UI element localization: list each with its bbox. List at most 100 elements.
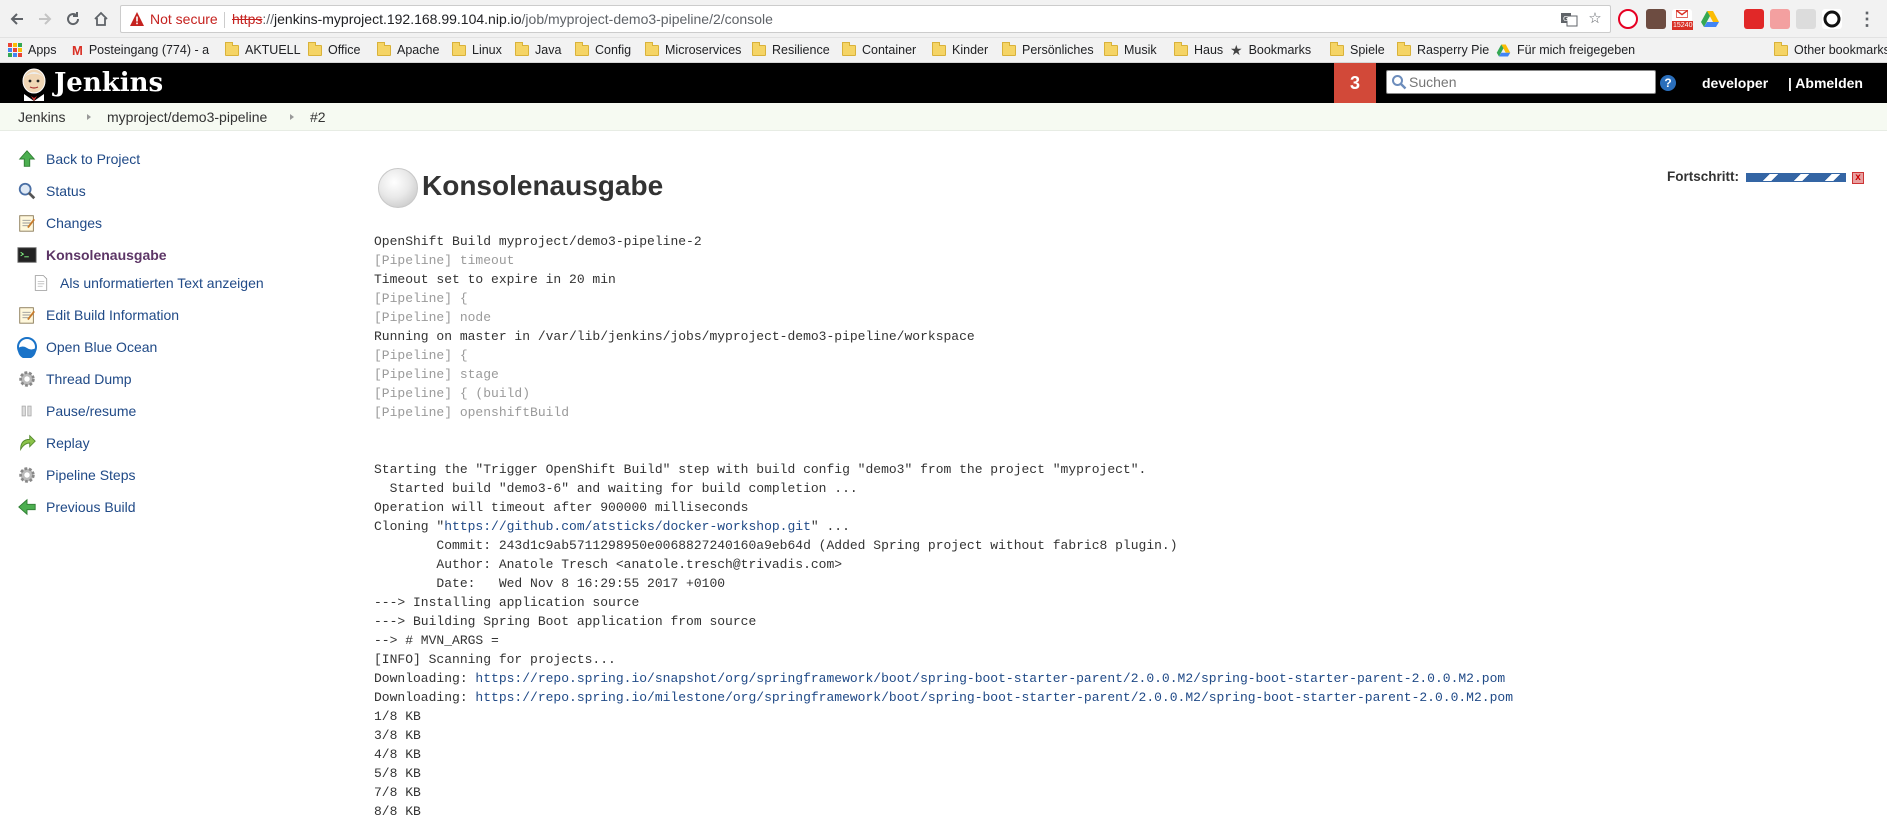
console-line: Commit: 243d1c9ab5711298950e006882724016… [374,538,1178,553]
security-indicator[interactable]: Not secure [129,11,218,27]
gear-icon [16,368,38,390]
translate-icon[interactable]: G [1560,10,1578,28]
bookmark-folder[interactable]: Haus [1174,40,1223,60]
task-previous-build[interactable]: Previous Build [16,496,136,518]
bookmark-apps[interactable]: Apps [8,40,57,60]
console-link[interactable]: https://repo.spring.io/milestone/org/spr… [475,690,1513,705]
notification-badge[interactable]: 3 [1334,63,1376,103]
console-link[interactable]: https://github.com/atsticks/docker-works… [444,519,811,534]
pinterest-icon[interactable] [1618,9,1638,29]
breadcrumb-item[interactable]: myproject/demo3-pipeline [107,109,267,125]
folder-icon [932,41,946,56]
notepad-edit-icon [16,304,38,326]
logout-link[interactable]: | Abmelden [1788,75,1863,91]
stop-build-button[interactable]: x [1852,172,1864,184]
task-label[interactable]: Open Blue Ocean [46,339,157,355]
breadcrumb-item[interactable]: Jenkins [18,109,65,125]
bookmark-folder[interactable]: Office [308,40,360,60]
bookmark-folder[interactable]: Persönliches [1002,40,1094,60]
console-line: [Pipeline] { [374,291,468,306]
breadcrumb-chevron-icon[interactable] [87,114,91,120]
console-link[interactable]: https://repo.spring.io/snapshot/org/spri… [475,671,1505,686]
gmail-notifier-icon[interactable]: 15240 [1672,9,1694,30]
task-edit-build-information[interactable]: Edit Build Information [16,304,179,326]
console-line: Downloading: https://repo.spring.io/snap… [374,669,1854,688]
bookmark-folder[interactable]: Microservices [645,40,741,60]
bookmark-folder[interactable]: Rasperry Pie [1397,40,1489,60]
menu-dots-icon[interactable]: ⋮ [1856,8,1878,30]
console-line: [Pipeline] timeout [374,253,515,268]
task-thread-dump[interactable]: Thread Dump [16,368,132,390]
drive-icon [1496,44,1511,56]
console-line: --> # MVN_ARGS = [374,633,499,648]
task-pipeline-steps[interactable]: Pipeline Steps [16,464,136,486]
bookmark-label: Rasperry Pie [1417,43,1490,57]
search-box[interactable] [1386,70,1656,94]
task-konsolenausgabe[interactable]: Konsolenausgabe [16,244,167,266]
bookmark-folder[interactable]: Apache [377,40,439,60]
task-pause-resume[interactable]: Pause/resume [16,400,136,422]
task-open-blue-ocean[interactable]: Open Blue Ocean [16,336,157,358]
search-input[interactable] [1409,73,1649,91]
jenkins-butler-icon[interactable] [18,67,50,101]
extension-icon[interactable] [1770,9,1790,29]
bookmark-other[interactable]: Other bookmarks [1774,40,1887,60]
extension-icon[interactable] [1822,9,1842,29]
bookmark-label: AKTUELL [245,43,301,57]
extension-icon[interactable] [1646,9,1666,29]
dropbox-icon[interactable] [1796,9,1816,29]
task-replay[interactable]: Replay [16,432,90,454]
url-text[interactable]: https://jenkins-myproject.192.168.99.104… [232,11,773,27]
task-label[interactable]: Als unformatierten Text anzeigen [60,275,264,291]
task-label[interactable]: Edit Build Information [46,307,179,323]
gmail-count-badge: 15240 [1672,21,1694,30]
task-raw-text[interactable]: Als unformatierten Text anzeigen [30,272,264,294]
bookmark-folder[interactable]: Kinder [932,40,988,60]
folder-icon [1397,41,1411,56]
bookmark-gmail[interactable]: M Posteingang (774) - a [72,40,209,60]
bookmark-star[interactable]: ★ Bookmarks [1230,40,1311,60]
home-icon[interactable] [90,8,112,30]
task-label[interactable]: Replay [46,435,90,451]
google-drive-icon[interactable] [1700,9,1720,29]
terminal-icon [16,244,38,266]
bookmark-folder[interactable]: Spiele [1330,40,1385,60]
task-label[interactable]: Thread Dump [46,371,132,387]
jenkins-logo-text[interactable]: Jenkins [54,67,163,99]
folder-icon [452,41,466,56]
task-changes[interactable]: Changes [16,212,102,234]
bookmark-folder[interactable]: Musik [1104,40,1157,60]
forward-arrow-icon[interactable] [34,8,56,30]
breadcrumb-chevron-icon[interactable] [290,114,294,120]
help-icon[interactable]: ? [1660,75,1676,91]
replay-arrow-icon [16,432,38,454]
bookmark-folder[interactable]: Linux [452,40,502,60]
task-label[interactable]: Back to Project [46,151,140,167]
task-label[interactable]: Status [46,183,86,199]
task-label[interactable]: Konsolenausgabe [46,247,167,263]
bookmark-label: Config [595,43,632,57]
bookmark-folder[interactable]: AKTUELL [225,40,301,60]
bookmark-folder[interactable]: Container [842,40,916,60]
task-label[interactable]: Previous Build [46,499,136,515]
task-back-to-project[interactable]: Back to Project [16,148,140,170]
reload-icon[interactable] [62,8,84,30]
task-label[interactable]: Changes [46,215,102,231]
breadcrumb-item[interactable]: #2 [310,109,326,125]
console-line: Author: Anatole Tresch <anatole.tresch@t… [374,557,843,572]
task-status[interactable]: Status [16,180,86,202]
task-label[interactable]: Pause/resume [46,403,136,419]
folder-icon [1330,41,1344,56]
back-arrow-icon[interactable] [6,8,28,30]
user-link[interactable]: developer [1702,75,1768,91]
bookmark-folder[interactable]: Resilience [752,40,830,60]
address-bar[interactable]: Not secure https://jenkins-myproject.192… [120,5,1611,33]
bookmark-drive[interactable]: Für mich freigegeben [1496,40,1636,60]
bookmark-star-icon[interactable]: ☆ [1586,10,1604,28]
flipboard-icon[interactable] [1744,9,1764,29]
console-line: [INFO] Scanning for projects... [374,652,616,667]
jenkins-header: Jenkins 3 ? developer | Abmelden [0,63,1887,103]
task-label[interactable]: Pipeline Steps [46,467,136,483]
bookmark-folder[interactable]: Config [575,40,631,60]
bookmark-folder[interactable]: Java [515,40,561,60]
